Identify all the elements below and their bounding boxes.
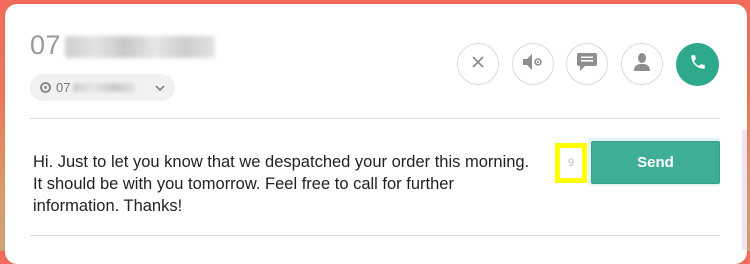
chevron-down-icon (155, 82, 165, 94)
message-text[interactable]: Hi. Just to let you know that we despatc… (33, 151, 533, 217)
redacted-number (65, 35, 216, 58)
send-button[interactable]: Send (591, 141, 720, 184)
scrollbar-track[interactable] (742, 130, 747, 250)
divider (30, 235, 720, 236)
close-button[interactable] (457, 43, 499, 85)
chat-button[interactable] (566, 43, 608, 85)
phone-number-prefix: 07 (30, 30, 62, 60)
speaker-mute-icon (522, 53, 544, 76)
redacted-line-number (73, 83, 136, 92)
line-select-dropdown[interactable]: 07 (30, 74, 175, 101)
chat-icon (576, 52, 598, 77)
character-counter: 9 (560, 148, 582, 178)
phone-icon (689, 53, 707, 76)
mute-button[interactable] (512, 43, 554, 85)
call-button[interactable] (676, 43, 719, 86)
line-icon (40, 82, 51, 93)
person-icon (633, 52, 651, 77)
phone-number: 07 (30, 30, 216, 61)
close-icon (471, 55, 485, 74)
divider (30, 118, 720, 119)
contact-button[interactable] (621, 43, 663, 85)
character-counter-highlight: 9 (555, 143, 587, 183)
line-select-prefix: 07 (56, 80, 71, 95)
